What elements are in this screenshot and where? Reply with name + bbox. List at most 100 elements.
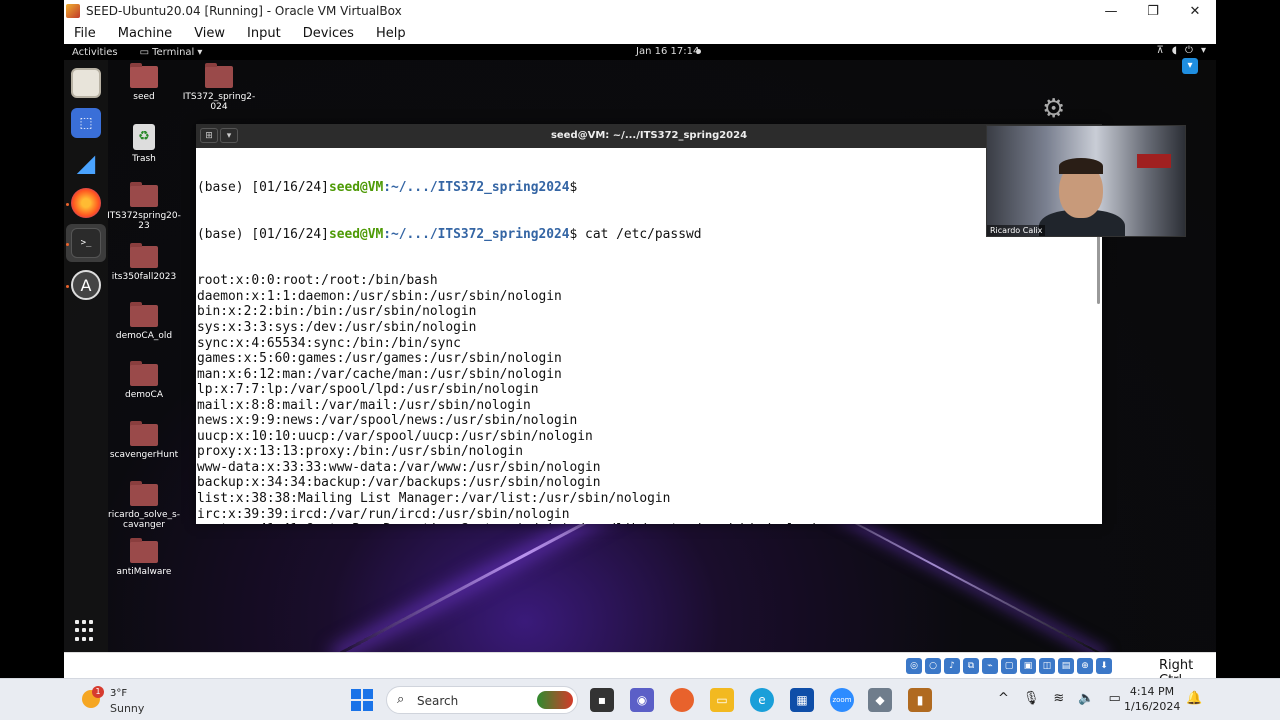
home-folder-icon xyxy=(130,63,158,88)
close-button[interactable]: ✕ xyxy=(1174,0,1216,22)
output-line: bin:x:2:2:bin:/bin:/usr/sbin/nologin xyxy=(197,304,477,320)
file-explorer-icon[interactable]: ▭ xyxy=(710,688,734,712)
restore-button[interactable]: ❐ xyxy=(1132,0,1174,22)
virtualbox-taskbar-icon[interactable]: ◆ xyxy=(868,688,892,712)
desktop-icon-antimalware[interactable]: antiMalware xyxy=(106,538,182,577)
taskbar-date: 1/16/2024 xyxy=(1124,700,1181,713)
virtualbox-icon xyxy=(66,4,80,18)
desktop-icon-label: Trash xyxy=(132,154,156,164)
taskbar-clock[interactable]: 4:14 PM 1/16/2024 xyxy=(1124,684,1180,714)
chevron-up-icon[interactable]: ^ xyxy=(998,691,1009,706)
power-icon: ⏻ xyxy=(1185,45,1193,56)
folder-icon xyxy=(130,361,158,386)
desktop-icon-seed[interactable]: seed xyxy=(106,63,182,102)
edge-icon[interactable]: e xyxy=(750,688,774,712)
desktop-icon-label: ricardo_solve_s-cavanger xyxy=(108,510,180,530)
screenshot-icon[interactable]: ⬚ xyxy=(71,108,101,138)
folder-icon xyxy=(130,481,158,506)
desktop-icon-label: demoCA xyxy=(125,390,163,400)
firefox-taskbar-icon[interactable] xyxy=(670,688,694,712)
desktop-icon-its372-spring2024[interactable]: ITS372_spring2-024 xyxy=(181,63,257,112)
folder-icon xyxy=(130,243,158,268)
task-view-icon[interactable]: ▪ xyxy=(590,688,614,712)
weather-condition: Sunny xyxy=(110,702,145,715)
presenter-name: Ricardo Calix xyxy=(987,225,1046,236)
terminal-output[interactable]: (base) [01/16/24]seed@VM:~/.../ITS372_sp… xyxy=(196,148,1096,524)
desktop-icon-label: demoCA_old xyxy=(115,331,173,341)
minimize-button[interactable]: — xyxy=(1090,0,1132,22)
network-icon[interactable]: ⧉ xyxy=(963,658,979,674)
running-indicator xyxy=(66,243,69,246)
notification-dot xyxy=(696,49,701,54)
speaker-icon[interactable]: 🔈 xyxy=(1078,691,1094,706)
search-label: Search xyxy=(417,694,459,708)
desktop-icon-democa[interactable]: demoCA xyxy=(106,361,182,400)
vbox-menubar: File Machine View Input Devices Help xyxy=(64,22,1216,44)
weather-badge: 1 xyxy=(92,686,104,698)
window-controls: — ❐ ✕ xyxy=(1090,0,1216,22)
keyboard-icon[interactable]: ⬇ xyxy=(1096,658,1112,674)
desktop-icon-its350fall2023[interactable]: its350fall2023 xyxy=(106,243,182,282)
menu-view[interactable]: View xyxy=(194,26,225,41)
hard-disk-icon[interactable]: ◎ xyxy=(906,658,922,674)
zoom-icon[interactable]: zoom xyxy=(830,688,854,712)
shared-folder-icon[interactable]: ▢ xyxy=(1001,658,1017,674)
desktop-icon-label: its350fall2023 xyxy=(111,272,177,282)
teams-icon[interactable]: ◉ xyxy=(630,688,654,712)
search-box[interactable]: ⌕ Search xyxy=(386,686,578,714)
system-tray: ^ 🎙 ≋ 🔈 ▭ xyxy=(998,691,1121,706)
window-title: SEED-Ubuntu20.04 [Running] - Oracle VM V… xyxy=(86,4,402,18)
wireshark-icon[interactable]: ◢ xyxy=(71,148,101,178)
audio-icon[interactable]: ♪ xyxy=(944,658,960,674)
windows-taskbar: 1 3°F Sunny ⌕ Search ▪ ◉ ▭ e ▦ zoom ◆ ▮ … xyxy=(0,678,1280,720)
show-applications-button[interactable] xyxy=(75,620,97,642)
desktop-icon-democa-old[interactable]: demoCA_old xyxy=(106,302,182,341)
output-line: list:x:38:38:Mailing List Manager:/var/l… xyxy=(197,491,671,507)
display-icon[interactable]: ▣ xyxy=(1020,658,1036,674)
desktop-icon-scavengerhunt[interactable]: scavengerHunt xyxy=(106,421,182,460)
prompt-line: (base) [01/16/24]seed@VM:~/.../ITS372_sp… xyxy=(197,180,578,196)
weather-widget[interactable]: 1 3°F Sunny xyxy=(80,684,150,716)
menu-devices[interactable]: Devices xyxy=(303,26,354,41)
desktop-icon-label: ITS372spring20-23 xyxy=(107,211,181,231)
taskbar-time: 4:14 PM xyxy=(1129,685,1175,698)
video-capture-icon[interactable]: ◫ xyxy=(1039,658,1055,674)
desktop-icon-trash[interactable]: ♻ Trash xyxy=(106,124,182,164)
microphone-icon[interactable]: 🎙 xyxy=(1023,691,1040,706)
desktop-icon-ricardo-solve-scavanger[interactable]: ricardo_solve_s-cavanger xyxy=(106,481,182,530)
menu-input[interactable]: Input xyxy=(247,26,281,41)
menu-file[interactable]: File xyxy=(74,26,96,41)
menu-machine[interactable]: Machine xyxy=(118,26,172,41)
folder-icon xyxy=(130,421,158,446)
store-icon[interactable]: ▦ xyxy=(790,688,814,712)
firefox-icon[interactable] xyxy=(71,188,101,218)
chevron-down-icon: ▾ xyxy=(1200,45,1206,56)
terminal-title: seed@VM: ~/.../ITS372_spring2024 xyxy=(550,130,748,141)
app-menu[interactable]: ▭ Terminal ▾ xyxy=(140,47,203,58)
notification-icon[interactable]: 🔔 xyxy=(1186,691,1202,706)
activities-button[interactable]: Activities xyxy=(72,47,118,58)
wifi-icon[interactable]: ≋ xyxy=(1053,691,1064,706)
output-line: proxy:x:13:13:proxy:/bin:/usr/sbin/nolog… xyxy=(197,444,523,460)
cpu-icon[interactable]: ▤ xyxy=(1058,658,1074,674)
menu-help[interactable]: Help xyxy=(376,26,406,41)
running-indicator xyxy=(66,203,69,206)
terminal-window[interactable]: ⊞ ▾ seed@VM: ~/.../ITS372_spring2024 (ba… xyxy=(196,124,1102,524)
desktop-icon-its372spring2023[interactable]: ITS372spring20-23 xyxy=(106,182,182,231)
terminal-icon[interactable]: >_ xyxy=(71,228,101,258)
chat-icon[interactable]: ▾ xyxy=(1182,58,1198,74)
gnome-clock[interactable]: Jan 16 17:14 xyxy=(636,46,699,57)
system-tray[interactable]: ⊼ ◖ ⏻ ▾ xyxy=(1156,45,1206,56)
output-line: sys:x:3:3:sys:/dev:/usr/sbin/nologin xyxy=(197,320,477,336)
search-icon: ⌕ xyxy=(397,692,405,707)
battery-icon[interactable]: ▭ xyxy=(1109,691,1121,706)
mouse-integration-icon[interactable]: ⊕ xyxy=(1077,658,1093,674)
folder-icon xyxy=(130,182,158,207)
optical-drive-icon[interactable]: ○ xyxy=(925,658,941,674)
seed-vm-taskbar-icon[interactable]: ▮ xyxy=(908,688,932,712)
software-updater-icon[interactable]: A xyxy=(71,270,101,300)
usb-icon[interactable]: ⌁ xyxy=(982,658,998,674)
start-button[interactable] xyxy=(350,688,374,712)
output-line: root:x:0:0:root:/root:/bin/bash xyxy=(197,273,438,289)
files-icon[interactable] xyxy=(71,68,101,98)
